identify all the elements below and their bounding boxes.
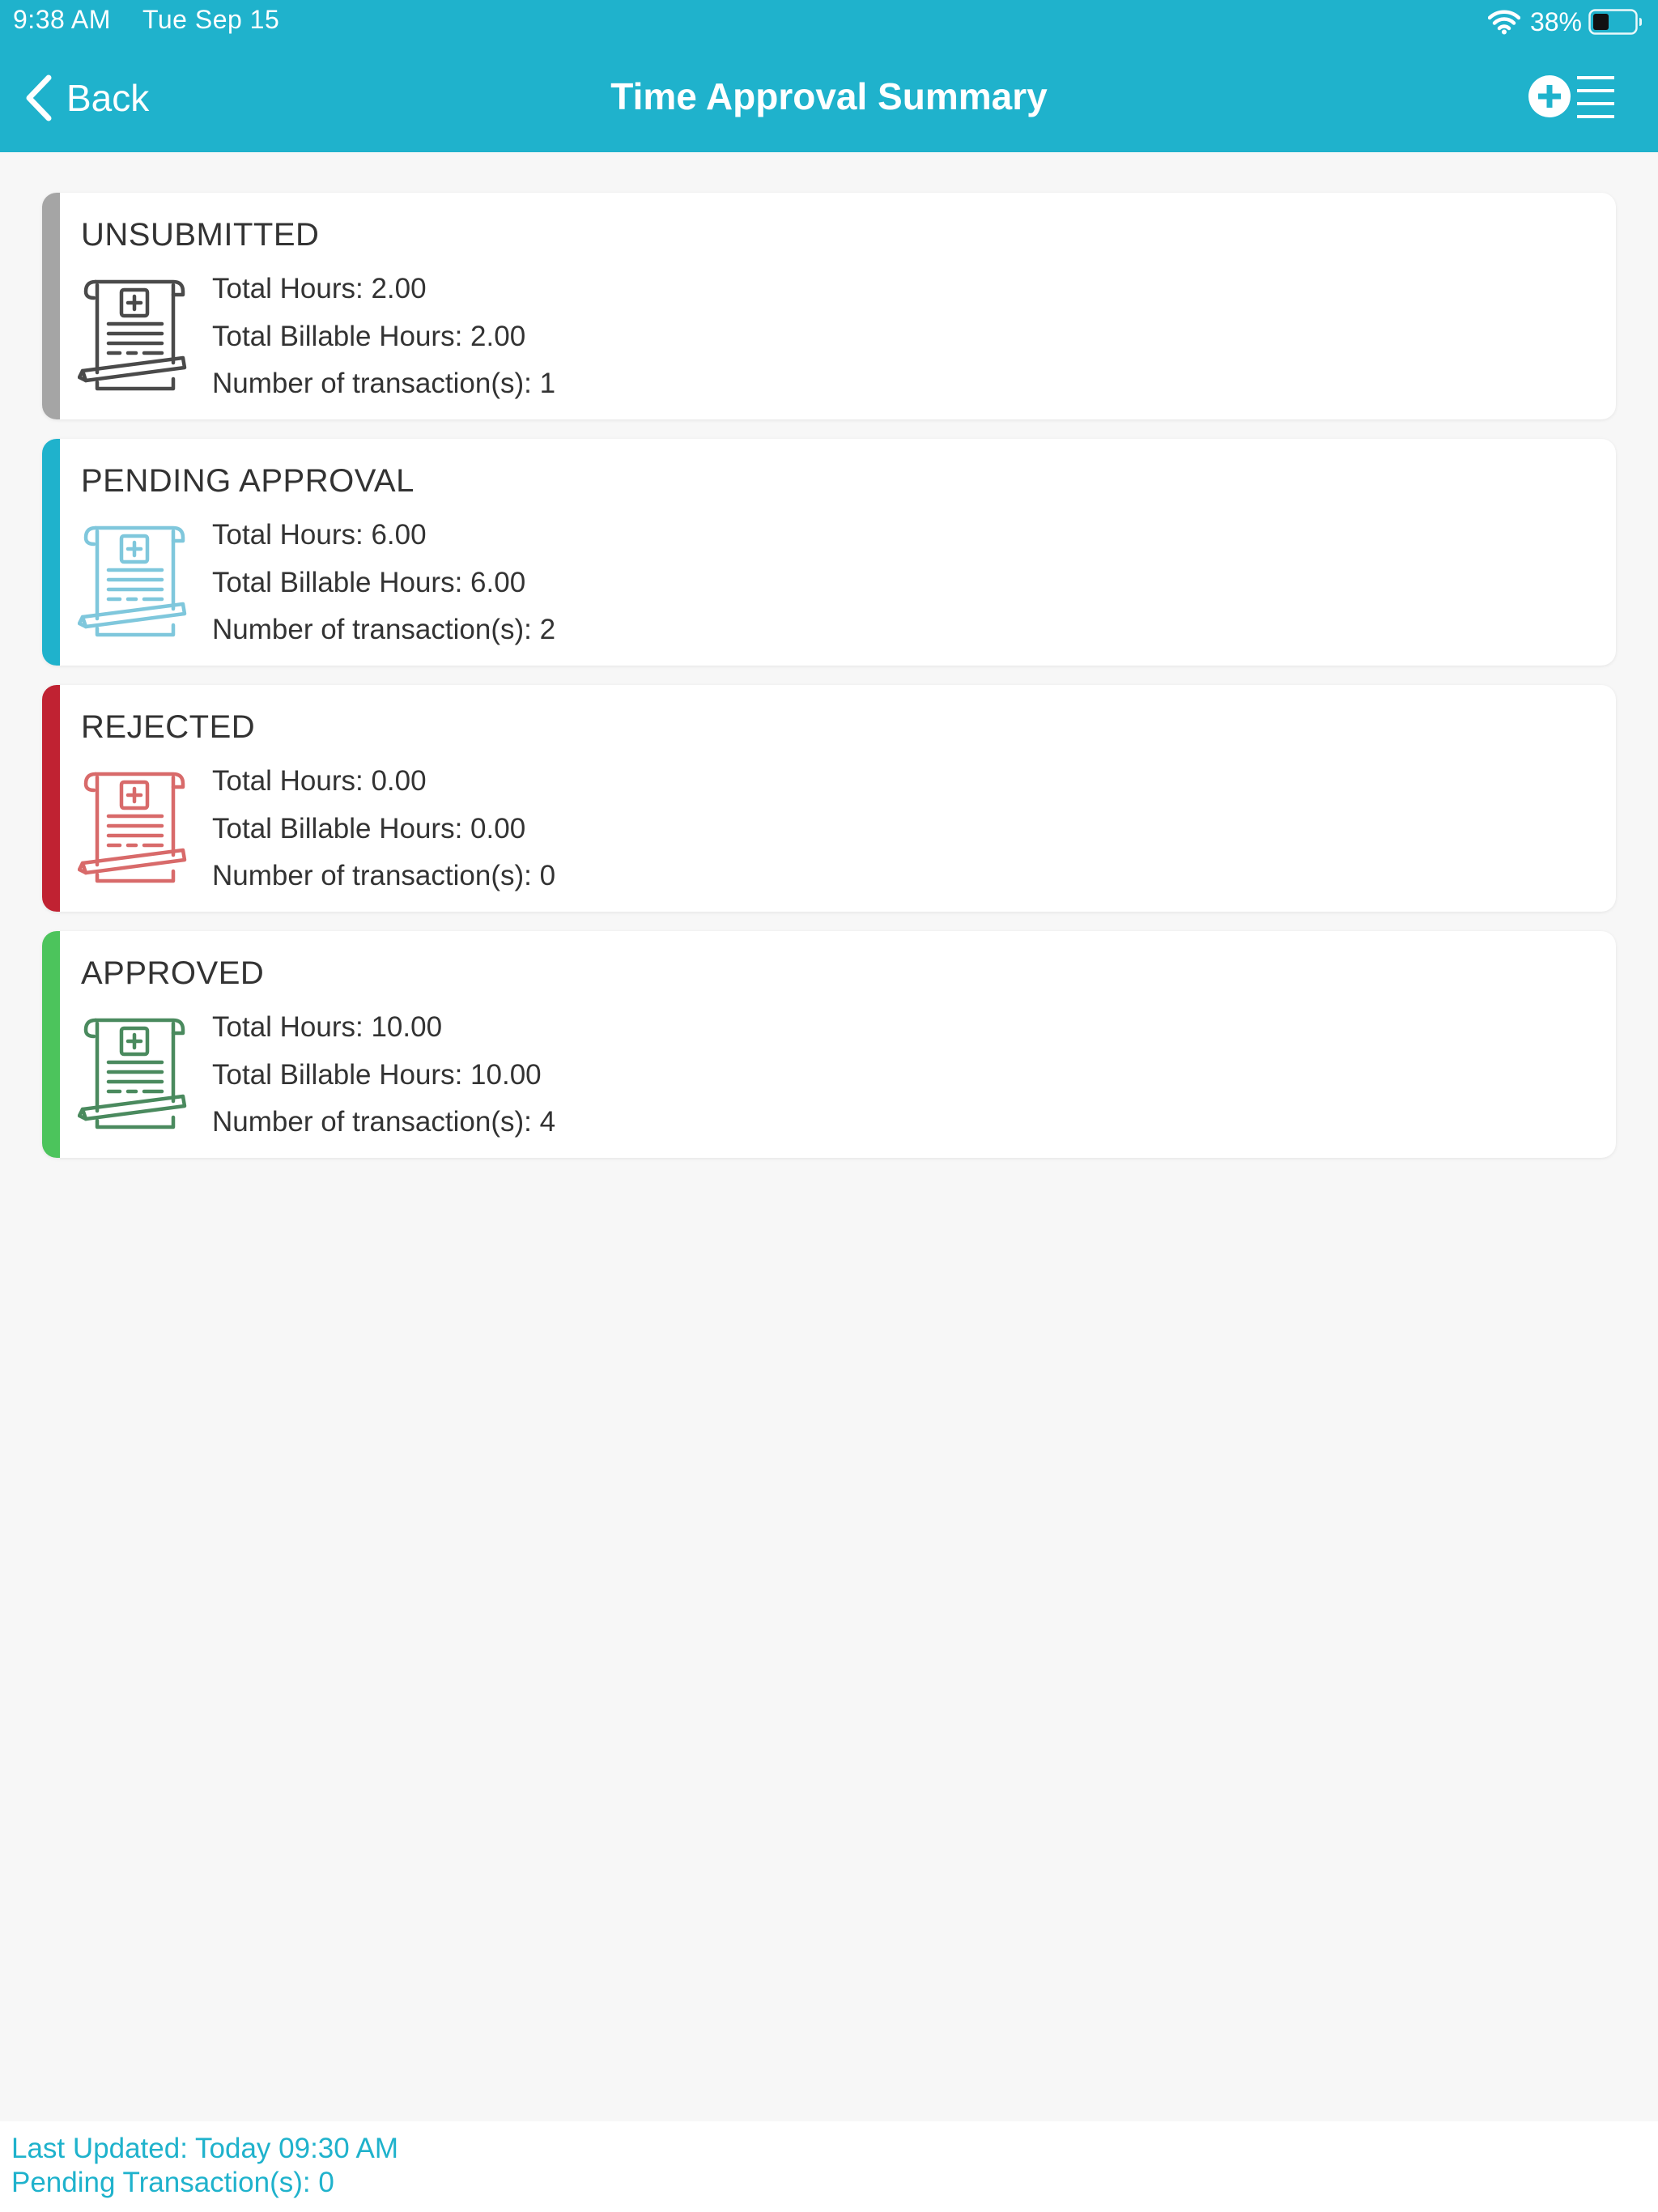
- status-date: Tue Sep 15: [142, 5, 280, 34]
- total-hours: Total Hours: 2.00: [212, 273, 427, 304]
- total-billable-hours: Total Billable Hours: 10.00: [212, 1058, 542, 1091]
- document-medical-icon: [78, 279, 187, 391]
- add-list-button[interactable]: [1527, 71, 1616, 123]
- sync-footer: Last Updated: Today 09:30 AM Pending Tra…: [0, 2121, 1658, 2212]
- document-medical-icon: [78, 525, 187, 637]
- status-time: 9:38 AM: [13, 5, 111, 34]
- card-unsubmitted[interactable]: UNSUBMITTED Total Hours: 2.00 Total Bill…: [42, 193, 1616, 419]
- chevron-left-icon: [26, 74, 52, 121]
- card-approved[interactable]: APPROVED Total Hours: 10.00 Total Billab…: [42, 931, 1616, 1158]
- total-hours: Total Hours: 6.00: [212, 519, 427, 551]
- card-pending-approval[interactable]: PENDING APPROVAL Total Hours: 6.00 Total…: [42, 439, 1616, 666]
- total-billable-hours: Total Billable Hours: 2.00: [212, 320, 526, 352]
- status-indicators: 38%: [1487, 5, 1643, 39]
- total-billable-hours: Total Billable Hours: 0.00: [212, 812, 526, 844]
- status-card-list: UNSUBMITTED Total Hours: 2.00 Total Bill…: [42, 193, 1616, 1177]
- total-billable-hours: Total Billable Hours: 6.00: [212, 566, 526, 598]
- transaction-count: Number of transaction(s): 1: [212, 368, 556, 399]
- page-title: Time Approval Summary: [610, 75, 1048, 117]
- card-title: UNSUBMITTED: [81, 217, 320, 253]
- back-label: Back: [66, 77, 150, 119]
- card-details: Total Hours: 2.00 Total Billable Hours: …: [212, 266, 555, 408]
- card-accent-bar: [42, 439, 60, 666]
- add-list-icon: [1528, 75, 1614, 118]
- back-button[interactable]: Back: [24, 73, 149, 123]
- transaction-count: Number of transaction(s): 2: [212, 614, 556, 645]
- card-details: Total Hours: 10.00 Total Billable Hours:…: [212, 1004, 555, 1146]
- total-hours: Total Hours: 0.00: [212, 765, 427, 797]
- card-title: REJECTED: [81, 709, 256, 745]
- pending-transactions: Pending Transaction(s): 0: [11, 2167, 334, 2198]
- transaction-count: Number of transaction(s): 4: [212, 1106, 556, 1138]
- total-hours: Total Hours: 10.00: [212, 1011, 443, 1043]
- battery-icon: [1588, 9, 1642, 35]
- page-title-wrap: Time Approval Summary: [0, 74, 1658, 118]
- document-medical-icon: [78, 772, 187, 883]
- card-title: PENDING APPROVAL: [81, 463, 414, 499]
- last-updated: Last Updated: Today 09:30 AM: [11, 2133, 399, 2164]
- transaction-count: Number of transaction(s): 0: [212, 860, 556, 891]
- card-accent-bar: [42, 193, 60, 419]
- card-details: Total Hours: 0.00 Total Billable Hours: …: [212, 758, 555, 900]
- card-rejected[interactable]: REJECTED Total Hours: 0.00 Total Billabl…: [42, 685, 1616, 912]
- navigation-bar: 9:38 AM Tue Sep 15 38% Back Time Approva…: [0, 0, 1658, 152]
- document-medical-icon: [78, 1018, 187, 1129]
- card-title: APPROVED: [81, 955, 265, 991]
- battery-percentage: 38%: [1529, 6, 1582, 36]
- wifi-icon: [1487, 10, 1520, 35]
- card-details: Total Hours: 6.00 Total Billable Hours: …: [212, 512, 555, 654]
- card-accent-bar: [42, 931, 60, 1158]
- card-accent-bar: [42, 685, 60, 912]
